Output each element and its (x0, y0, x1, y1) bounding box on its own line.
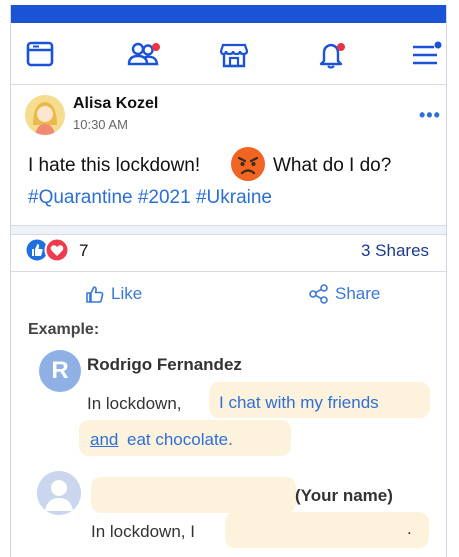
post-text-end: What do I do? (273, 155, 392, 176)
answer-line-1: I chat with my friends (219, 393, 379, 412)
window-icon[interactable] (23, 37, 57, 71)
share-icon (309, 284, 328, 304)
menu-icon[interactable] (408, 37, 442, 71)
more-options-icon[interactable]: ••• (419, 105, 441, 126)
post-hashtags[interactable]: #Quarantine #2021 #Ukraine (28, 187, 272, 209)
nav-bar (11, 23, 446, 85)
answer-line-2: eat chocolate. (127, 430, 233, 449)
commenter-name: Rodrigo Fernandez (87, 355, 242, 374)
post-card: Alisa Kozel 10:30 AM ••• I hate this loc… (10, 5, 447, 557)
share-button[interactable]: Share (308, 283, 380, 305)
your-name-input[interactable] (91, 477, 296, 513)
example-label: Example: (28, 321, 100, 338)
user-avatar (37, 471, 81, 515)
reactions-icon[interactable] (23, 237, 73, 263)
friends-notification-dot (152, 43, 160, 51)
post-time: 10:30 AM (73, 117, 128, 132)
top-bar (11, 5, 446, 23)
bell-notification-dot (337, 43, 345, 51)
shares-count[interactable]: 3 Shares (361, 241, 429, 261)
like-button[interactable]: Like (84, 283, 142, 305)
exercise-end: . (407, 519, 412, 538)
author-avatar[interactable] (25, 95, 65, 135)
commenter-avatar: R (39, 350, 81, 392)
answer-and: and (90, 430, 119, 449)
your-name-label: (Your name) (295, 486, 393, 505)
author-name[interactable]: Alisa Kozel (73, 95, 158, 113)
post-text-start: I hate this lockdown! (28, 155, 201, 176)
bell-icon[interactable] (315, 37, 349, 71)
divider (11, 225, 446, 235)
marketplace-icon[interactable] (217, 37, 251, 71)
reactions-count[interactable]: 7 (79, 241, 88, 261)
exercise-lead: In lockdown, I (91, 522, 195, 541)
like-label: Like (111, 284, 143, 303)
comment-lead: In lockdown, (87, 394, 182, 413)
thumbs-up-icon (86, 286, 104, 303)
share-label: Share (335, 284, 381, 303)
angry-face-emoji (231, 147, 265, 181)
divider (11, 271, 446, 272)
answer-input[interactable] (225, 512, 429, 548)
